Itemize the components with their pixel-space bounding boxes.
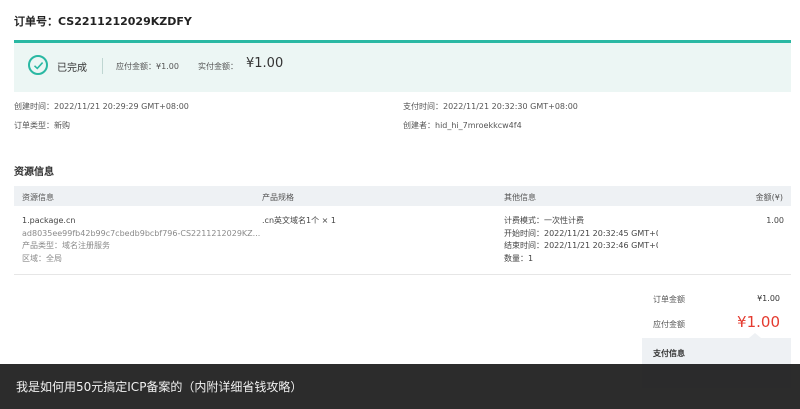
table-divider bbox=[14, 274, 791, 275]
status-divider bbox=[102, 58, 103, 74]
order-number-label: 订单号： bbox=[14, 15, 58, 28]
column-header-resource: 资源信息 bbox=[22, 193, 54, 202]
order-type: 订单类型：新购 bbox=[14, 121, 70, 130]
order-number-value: CS2211212029KZDFY bbox=[58, 15, 192, 28]
start-time: 开始时间：2022/11/21 20:32:45 GMT+0( bbox=[504, 228, 658, 238]
payable-amount: 应付金额：¥1.00 bbox=[116, 62, 179, 71]
order-amount-label: 订单金额 bbox=[653, 295, 685, 304]
other-info-cell: 计费模式：一次性计费 开始时间：2022/11/21 20:32:45 GMT+… bbox=[504, 215, 658, 265]
column-header-spec: 产品规格 bbox=[262, 193, 294, 202]
quantity: 数量：1 bbox=[504, 253, 534, 263]
spec-cell: .cn英文域名1个 × 1 bbox=[262, 216, 336, 225]
order-amount-value: ¥1.00 bbox=[757, 294, 780, 303]
caption-overlay: 我是如何用50元搞定ICP备案的（内附详细省钱攻略） bbox=[0, 364, 800, 409]
resource-region: 区域：全局 bbox=[22, 253, 62, 263]
resources-table-header: 资源信息 产品规格 其他信息 金额(¥) bbox=[14, 186, 791, 206]
paid-amount-value: ¥1.00 bbox=[246, 56, 284, 71]
billing-mode: 计费模式：一次性计费 bbox=[504, 216, 584, 225]
order-number: 订单号：CS2211212029KZDFY bbox=[14, 13, 192, 29]
resource-product-type: 产品类型：域名注册服务 bbox=[22, 241, 110, 250]
end-time: 结束时间：2022/11/21 20:32:46 GMT+0( bbox=[504, 241, 658, 250]
payment-info-title: 支付信息 bbox=[653, 349, 685, 358]
paid-amount-label: 实付金额： bbox=[198, 62, 238, 71]
creator: 创建者：hid_hi_7mroekkcw4f4 bbox=[403, 121, 522, 130]
resource-id: ad8035ee99fb42b99c7cbedb9bcbf796-CS22112… bbox=[22, 228, 261, 238]
pay-time: 支付时间：2022/11/21 20:32:30 GMT+08:00 bbox=[403, 102, 578, 111]
amount-cell: 1.00 bbox=[766, 216, 784, 225]
column-header-other: 其他信息 bbox=[504, 193, 536, 202]
check-circle-icon bbox=[28, 55, 48, 75]
column-header-amount: 金额(¥) bbox=[755, 193, 783, 202]
resource-cell: 1.package.cn ad8035ee99fb42b99c7cbedb9bc… bbox=[22, 215, 260, 265]
order-status-bar: 已完成 应付金额：¥1.00 实付金额： ¥1.00 bbox=[14, 40, 791, 92]
due-amount-value: ¥1.00 bbox=[737, 313, 780, 331]
resource-name[interactable]: 1.package.cn bbox=[22, 215, 260, 228]
created-time: 创建时间：2022/11/21 20:29:29 GMT+08:00 bbox=[14, 102, 189, 111]
due-amount-label: 应付金额 bbox=[653, 320, 685, 329]
status-text: 已完成 bbox=[57, 63, 87, 74]
resources-section-title: 资源信息 bbox=[14, 167, 54, 178]
caption-text: 我是如何用50元搞定ICP备案的（内附详细省钱攻略） bbox=[16, 380, 303, 394]
